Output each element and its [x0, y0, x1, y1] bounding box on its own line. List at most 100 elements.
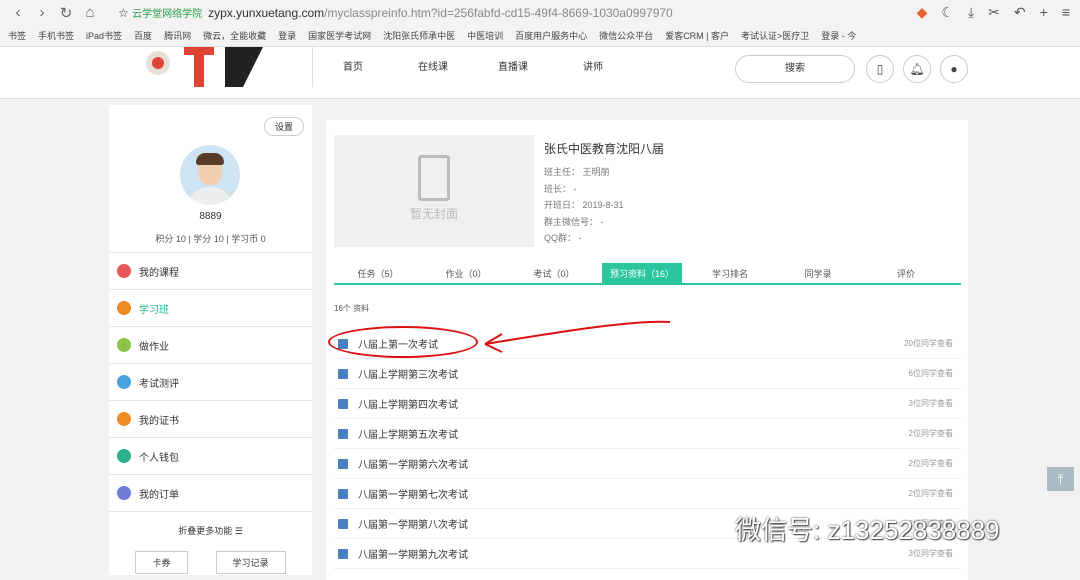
- mobile-icon[interactable]: ▯: [866, 55, 894, 83]
- bookmark-item[interactable]: 手机书签: [38, 29, 74, 42]
- material-item[interactable]: 八届第一学期第六次考试 2位同学查看: [334, 449, 961, 479]
- sidebar-item[interactable]: 个人钱包: [109, 437, 312, 474]
- tab[interactable]: 预习资料（16）: [602, 263, 682, 283]
- material-name[interactable]: 八届第一学期第九次考试: [358, 546, 468, 561]
- sidebar-item[interactable]: 我的课程: [109, 252, 312, 289]
- material-item[interactable]: 八届上学期第五次考试 2位同学查看: [334, 419, 961, 449]
- view-count: 2位同学查看: [908, 459, 953, 468]
- home-icon[interactable]: ⌂: [78, 4, 102, 21]
- sidebar-item-label: 我的订单: [139, 489, 179, 501]
- bookmark-item[interactable]: 书签: [8, 29, 26, 42]
- bookmark-item[interactable]: 腾讯网: [164, 29, 191, 42]
- nav-live-course[interactable]: 直播课: [473, 47, 553, 87]
- start-date: 开班日： 2019-8-31: [544, 200, 624, 210]
- document-icon: [338, 488, 348, 499]
- book-icon: [418, 155, 450, 201]
- bookmark-item[interactable]: 中医培训: [467, 29, 503, 42]
- material-name[interactable]: 八届第一学期第七次考试: [358, 486, 468, 501]
- bookmark-item[interactable]: 爱客CRM | 客户: [665, 29, 729, 42]
- document-icon: [338, 458, 348, 469]
- document-icon: [338, 548, 348, 559]
- bookmark-item[interactable]: 考试认证>医疗卫: [741, 29, 809, 42]
- site-label: 云学堂网络学院: [132, 9, 203, 20]
- cover-text: 暂无封面: [409, 207, 458, 221]
- site-logo: [146, 47, 263, 87]
- menu-icon: [117, 264, 131, 278]
- moon-icon[interactable]: ☾: [941, 4, 954, 21]
- back-icon[interactable]: ‹: [6, 4, 30, 21]
- bookmark-item[interactable]: iPad书签: [86, 29, 122, 42]
- sidebar-item[interactable]: 学习班: [109, 289, 312, 326]
- new-tab-icon[interactable]: +: [1040, 4, 1048, 21]
- bookmarks-bar: 书签 手机书签 iPad书签 百度 腾讯网 微云，全能收藏 登录 国家医学考试网 沈阳张氏师承中…: [0, 25, 1080, 47]
- view-count: 20位同学查看: [904, 339, 953, 348]
- material-count: 16个 资料: [334, 304, 370, 313]
- search-button[interactable]: 搜索: [735, 55, 855, 83]
- tab[interactable]: 评价: [862, 263, 950, 283]
- bell-icon[interactable]: 🔔︎: [903, 55, 931, 83]
- bookmark-item[interactable]: 沈阳张氏师承中医: [383, 29, 455, 42]
- bookmark-item[interactable]: 微云，全能收藏: [203, 29, 266, 42]
- bookmark-item[interactable]: 登录: [278, 29, 296, 42]
- forward-icon[interactable]: ›: [30, 4, 54, 21]
- menu-icon: [117, 412, 131, 426]
- document-icon: [338, 428, 348, 439]
- menu-icon[interactable]: ≡: [1062, 4, 1070, 21]
- reload-icon[interactable]: ↻: [54, 4, 78, 22]
- user-icon[interactable]: ●: [940, 55, 968, 83]
- material-name[interactable]: 八届上学期第四次考试: [358, 396, 458, 411]
- material-name[interactable]: 八届第一学期第六次考试: [358, 456, 468, 471]
- sidebar-item[interactable]: 做作业: [109, 326, 312, 363]
- material-item[interactable]: 八届上学期第三次考试 6位同学查看: [334, 359, 961, 389]
- study-record-button[interactable]: 学习记录: [215, 551, 286, 574]
- coupon-button[interactable]: 卡券: [135, 551, 188, 574]
- tab[interactable]: 考试（0）: [510, 263, 598, 283]
- bookmark-item[interactable]: 百度用户服务中心: [515, 29, 587, 42]
- red-arrow-annotation: [484, 320, 671, 353]
- sidebar-item[interactable]: 我的证书: [109, 400, 312, 437]
- nav-lecturer[interactable]: 讲师: [553, 47, 633, 87]
- bookmark-item[interactable]: 国家医学考试网: [308, 29, 371, 42]
- more-functions-toggle[interactable]: 折叠更多功能 ☰: [109, 511, 312, 551]
- sidebar-menu: 我的课程学习班做作业 考试测评 我的证书个人钱包我的订单折叠更多功能 ☰ 卡券 学习记录: [109, 252, 312, 574]
- menu-icon: [117, 338, 131, 352]
- username: 8889: [199, 211, 222, 222]
- sidebar-item-label: 学习班: [139, 304, 169, 316]
- browser-toolbar: ‹ › ↻ ⌂ ☆ 云学堂网络学院 zypx.yunxuetang.com/myc…: [0, 0, 1080, 25]
- address-bar[interactable]: ☆ 云学堂网络学院 zypx.yunxuetang.com/myclassprei…: [118, 5, 673, 20]
- material-item[interactable]: 八届第一学期第七次考试 2位同学查看: [334, 479, 961, 509]
- url-host: zypx.yunxuetang.com: [208, 6, 325, 20]
- back-to-top-button[interactable]: ⤒: [1047, 467, 1074, 491]
- sidebar-item[interactable]: 我的订单: [109, 474, 312, 511]
- monitor: 班长： -: [544, 183, 577, 194]
- download-icon[interactable]: ⤓: [968, 4, 974, 21]
- game-icon[interactable]: ◆: [917, 4, 928, 21]
- sidebar-buttons: 卡券 学习记录: [109, 551, 312, 574]
- nav-online-course[interactable]: 在线课: [393, 47, 473, 87]
- material-name[interactable]: 八届上学期第三次考试: [358, 366, 458, 381]
- main-nav: 首页 在线课 直播课 讲师: [312, 47, 633, 87]
- watermark: 微信号: z13252838889: [735, 515, 1000, 545]
- cut-icon[interactable]: ✂: [988, 4, 1000, 21]
- tab[interactable]: 任务（5）: [334, 263, 422, 283]
- nav-home[interactable]: 首页: [313, 47, 393, 87]
- undo-icon[interactable]: ↶: [1014, 4, 1026, 21]
- avatar[interactable]: [180, 145, 240, 205]
- tab[interactable]: 作业（0）: [422, 263, 510, 283]
- tab[interactable]: 学习排名: [686, 263, 774, 283]
- material-name[interactable]: 八届第一学期第八次考试: [358, 516, 468, 531]
- class-tabs: 任务（5） 作业（0） 考试（0） 预习资料（16） 学习排名 同学录 评价: [334, 263, 961, 285]
- qq-group: QQ群： -: [544, 233, 582, 243]
- tab[interactable]: 同学录: [774, 263, 862, 283]
- bookmark-item[interactable]: 登录 - 今: [821, 29, 856, 42]
- document-icon: [338, 398, 348, 409]
- bookmark-item[interactable]: 微信公众平台: [599, 29, 653, 42]
- bookmark-item[interactable]: 百度: [134, 29, 152, 42]
- sidebar-item-label: 个人钱包: [139, 452, 179, 464]
- sidebar-item[interactable]: 考试测评: [109, 363, 312, 400]
- material-name[interactable]: 八届上学期第五次考试: [358, 426, 458, 441]
- material-item[interactable]: 八届上学期第四次考试 3位同学查看: [334, 389, 961, 419]
- menu-icon: [117, 486, 131, 500]
- settings-button[interactable]: 设置: [263, 117, 304, 136]
- class-info: 班主任： 王明丽 班长： - 开班日： 2019-8-31 群主微信号： - Q…: [544, 164, 624, 247]
